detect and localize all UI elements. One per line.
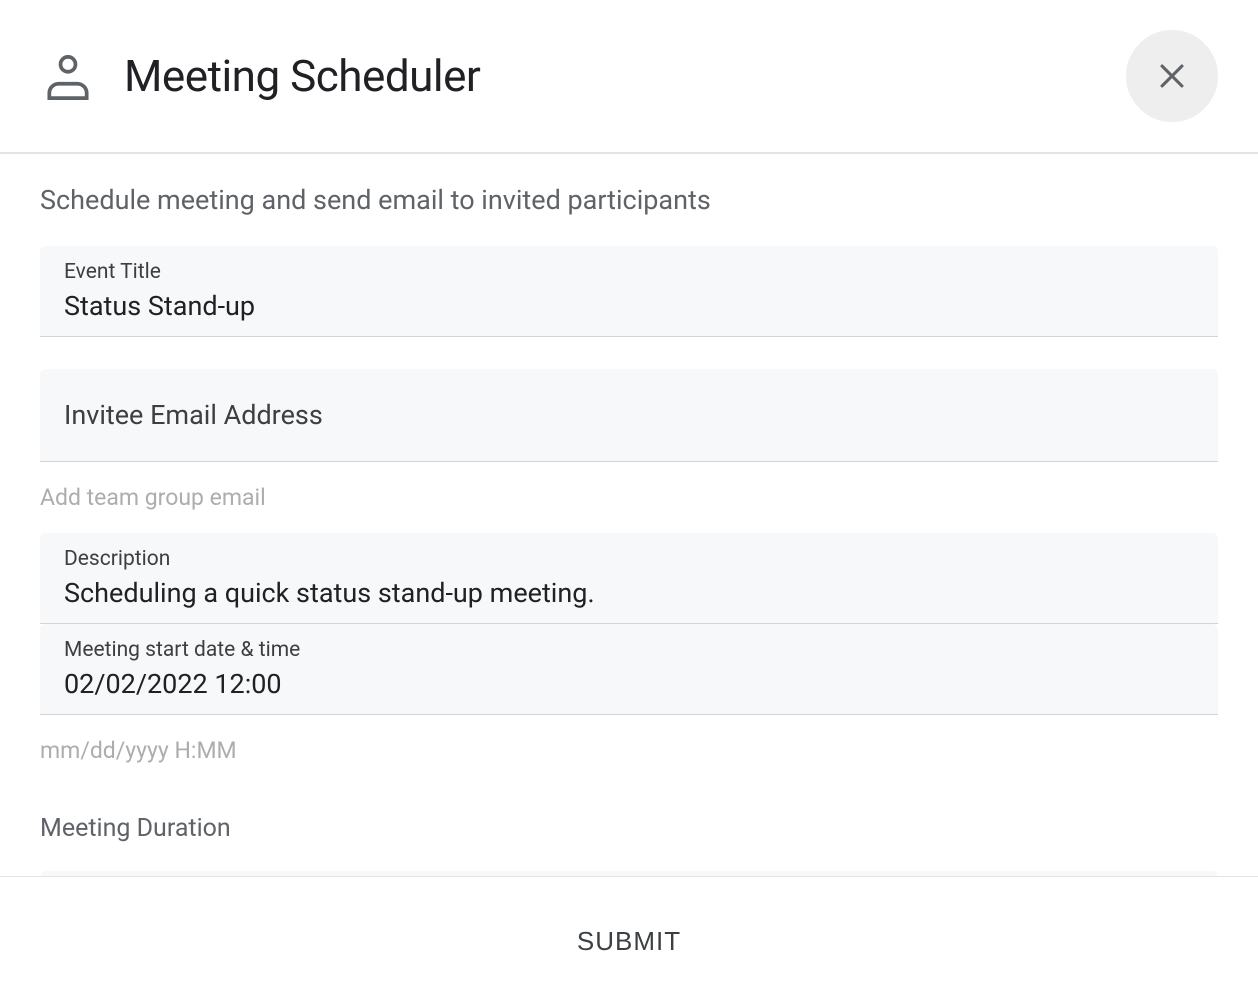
description-label: Description: [64, 547, 1194, 571]
submit-button[interactable]: SUBMIT: [537, 904, 721, 979]
event-title-field[interactable]: Event Title: [40, 246, 1218, 337]
start-datetime-input[interactable]: [64, 668, 1194, 700]
form-subtitle: Schedule meeting and send email to invit…: [40, 184, 1218, 216]
start-datetime-helper: mm/dd/yyyy H:MM: [40, 737, 1218, 764]
close-icon: [1155, 59, 1189, 93]
event-title-label: Event Title: [64, 260, 1194, 284]
description-field[interactable]: Description: [40, 533, 1218, 624]
description-input[interactable]: [64, 577, 1194, 609]
footer: SUBMIT: [0, 876, 1258, 1006]
start-datetime-label: Meeting start date & time: [64, 638, 1194, 662]
event-title-input[interactable]: [64, 290, 1194, 322]
invitee-email-field[interactable]: Invitee Email Address: [40, 369, 1218, 462]
page-title: Meeting Scheduler: [124, 50, 480, 102]
start-datetime-field[interactable]: Meeting start date & time: [40, 624, 1218, 715]
invitee-email-label: Invitee Email Address: [64, 399, 323, 431]
invitee-email-helper: Add team group email: [40, 484, 1218, 511]
duration-label: Meeting Duration: [40, 814, 1218, 843]
header-left: Meeting Scheduler: [40, 48, 480, 104]
person-icon: [40, 48, 96, 104]
close-button[interactable]: [1126, 30, 1218, 122]
form-content: Schedule meeting and send email to invit…: [0, 154, 1258, 880]
header: Meeting Scheduler: [0, 0, 1258, 154]
